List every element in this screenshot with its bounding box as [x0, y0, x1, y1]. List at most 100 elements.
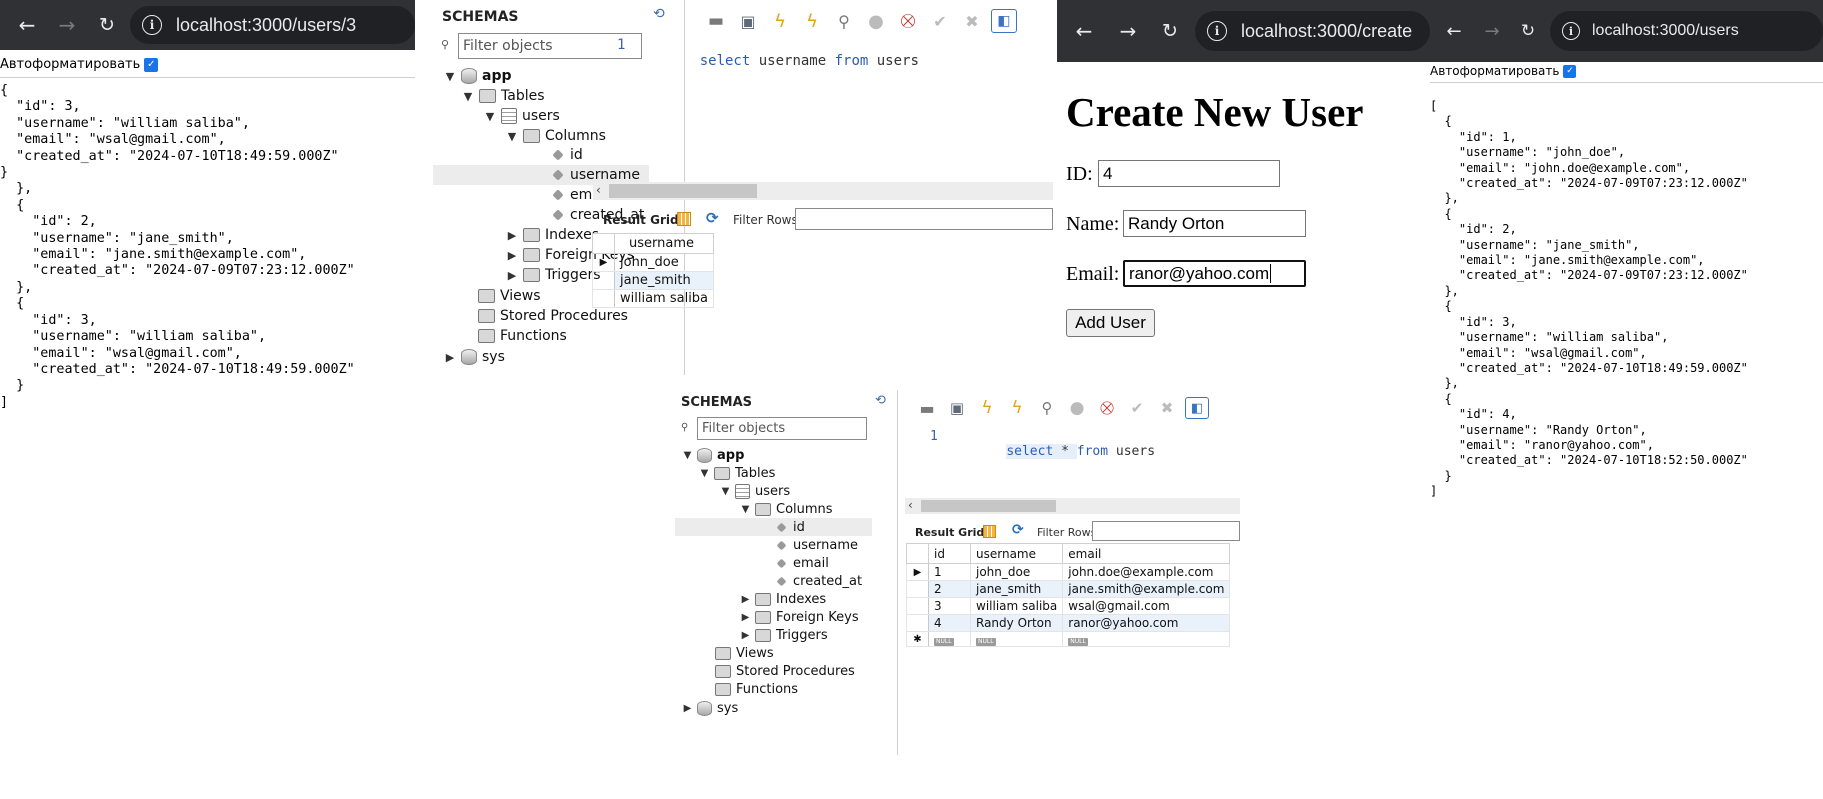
scroll-left-icon[interactable]: ‹	[596, 183, 601, 197]
tree-item-app[interactable]: ▼ app	[443, 66, 512, 86]
filter-rows-input[interactable]	[795, 208, 1053, 230]
tree-item-column-id[interactable]: id	[551, 145, 583, 165]
scrollbar-thumb[interactable]	[609, 184, 757, 198]
table-cell[interactable]: 1	[928, 563, 971, 581]
table-cell[interactable]: ranor@yahoo.com	[1062, 614, 1231, 632]
open-folder-icon[interactable]: ▬	[915, 397, 939, 419]
info-icon[interactable]: i	[1562, 22, 1580, 40]
tree-item-stored-procedures[interactable]: Stored Procedures	[478, 306, 628, 326]
collapse-arrow-icon[interactable]: ▶	[681, 703, 694, 714]
table-cell[interactable]: jane_smith	[969, 580, 1064, 598]
expand-arrow-icon[interactable]: ▼	[461, 90, 475, 103]
forward-arrow-icon[interactable]: →	[1115, 18, 1141, 44]
tree-item-users[interactable]: ▼ users	[483, 106, 560, 126]
result-grid-tab[interactable]: Result Grid	[915, 526, 984, 539]
table-cell[interactable]: jane.smith@example.com	[1062, 580, 1231, 598]
autocommit-icon[interactable]: ◧	[991, 9, 1017, 33]
table-row[interactable]: 3 william saliba wsal@gmail.com	[906, 597, 1231, 615]
table-cell[interactable]: NULL	[928, 631, 971, 647]
collapse-arrow-icon[interactable]: ▶	[505, 269, 519, 282]
forward-arrow-icon[interactable]: →	[54, 12, 80, 38]
explain-icon[interactable]: ⚲	[1035, 397, 1059, 419]
expand-arrow-icon[interactable]: ▼	[505, 130, 519, 143]
tree-item-indexes[interactable]: ▶ Indexes	[505, 225, 599, 245]
toggle-error-icon[interactable]: ⛒	[895, 9, 921, 33]
tree-item-column-email[interactable]: email	[775, 554, 829, 572]
commit-icon[interactable]: ✔	[927, 9, 953, 33]
table-row[interactable]: jane_smith	[592, 271, 715, 290]
column-header-id[interactable]: id	[928, 543, 971, 564]
save-icon[interactable]: ▣	[945, 397, 969, 419]
result-grid-tab[interactable]: Result Grid	[603, 213, 679, 227]
table-row[interactable]: ▶ john_doe	[592, 253, 715, 272]
tree-item-tables[interactable]: ▼ Tables	[698, 464, 776, 482]
tree-item-triggers[interactable]: ▶ Triggers	[505, 265, 601, 285]
sql-editor[interactable]: select * from users	[975, 429, 1155, 474]
tree-item-functions[interactable]: Functions	[715, 680, 798, 698]
result-grid-icon[interactable]	[983, 525, 996, 538]
tree-item-foreign-keys[interactable]: ▶ Foreign Keys	[739, 608, 859, 626]
back-arrow-icon[interactable]: ←	[14, 12, 40, 38]
table-cell[interactable]: john_doe	[613, 253, 715, 272]
table-row[interactable]: ▶ 1 john_doe john.doe@example.com	[906, 563, 1231, 581]
rollback-icon[interactable]: ✖	[959, 9, 985, 33]
column-header-username[interactable]: username	[613, 233, 715, 254]
open-folder-icon[interactable]: ▬	[703, 9, 729, 33]
collapse-arrow-icon[interactable]: ▶	[443, 351, 457, 364]
table-cell[interactable]: NULL	[969, 631, 1064, 647]
tree-item-indexes[interactable]: ▶ Indexes	[739, 590, 827, 608]
refresh-icon[interactable]: ⟳	[706, 209, 719, 227]
refresh-icon[interactable]: ⟳	[1012, 522, 1024, 538]
explain-icon[interactable]: ⚲	[831, 9, 857, 33]
checkmark-icon[interactable]: ✓	[144, 57, 159, 72]
new-row[interactable]: ✱ NULL NULL NULL	[906, 631, 1231, 647]
table-cell[interactable]: jane_smith	[613, 271, 715, 290]
tree-item-sys[interactable]: ▶ sys	[443, 347, 505, 367]
execute-icon[interactable]: ϟ	[975, 397, 999, 419]
filter-objects-input[interactable]: Filter objects	[458, 33, 642, 59]
horizontal-scrollbar[interactable]: ‹	[593, 182, 1053, 200]
expand-arrow-icon[interactable]: ▼	[719, 486, 732, 497]
tree-item-column-id[interactable]: id	[675, 518, 872, 536]
name-field[interactable]: Randy Orton	[1123, 210, 1306, 237]
autocommit-icon[interactable]: ◧	[1185, 397, 1209, 419]
stop-icon[interactable]: ●	[863, 9, 889, 33]
column-header-email[interactable]: email	[1062, 543, 1231, 564]
table-row[interactable]: 4 Randy Orton ranor@yahoo.com	[906, 614, 1231, 632]
info-icon[interactable]: i	[1207, 21, 1227, 41]
tree-item-tables[interactable]: ▼ Tables	[461, 86, 545, 106]
result-grid-icon[interactable]	[677, 212, 691, 226]
table-row[interactable]: william saliba	[592, 289, 715, 308]
expand-arrow-icon[interactable]: ▼	[698, 468, 711, 479]
back-arrow-icon[interactable]: ←	[1071, 18, 1097, 44]
expand-arrow-icon[interactable]: ▼	[681, 450, 694, 461]
address-bar[interactable]: i localhost:3000/users	[1550, 11, 1823, 51]
save-icon[interactable]: ▣	[735, 9, 761, 33]
collapse-arrow-icon[interactable]: ▶	[505, 249, 519, 262]
table-cell[interactable]: 2	[928, 580, 971, 598]
collapse-arrow-icon[interactable]: ▶	[739, 594, 752, 605]
reload-icon[interactable]: ↻	[1157, 18, 1183, 44]
table-cell[interactable]: 4	[928, 614, 971, 632]
collapse-arrow-icon[interactable]: ▶	[739, 612, 752, 623]
collapse-arrow-icon[interactable]: ▶	[505, 229, 519, 242]
refresh-icon[interactable]: ⟲	[653, 6, 665, 22]
tree-item-columns[interactable]: ▼ Columns	[739, 500, 833, 518]
tree-item-views[interactable]: Views	[478, 286, 541, 306]
execute-current-icon[interactable]: ϟ	[799, 9, 825, 33]
table-cell[interactable]: NULL	[1062, 631, 1231, 647]
tree-item-app[interactable]: ▼ app	[681, 446, 744, 464]
tree-item-column-created-at[interactable]: created_at	[775, 572, 862, 590]
tree-item-sys[interactable]: ▶ sys	[681, 699, 738, 717]
sql-editor[interactable]: select username from users	[666, 37, 919, 85]
email-field[interactable]: ranor@yahoo.com	[1123, 260, 1306, 287]
scrollbar-thumb[interactable]	[921, 500, 1056, 512]
expand-arrow-icon[interactable]: ▼	[483, 110, 497, 123]
table-row[interactable]: 2 jane_smith jane.smith@example.com	[906, 580, 1231, 598]
reload-icon[interactable]: ↻	[94, 12, 120, 38]
toggle-error-icon[interactable]: ⛒	[1095, 397, 1119, 419]
table-cell[interactable]: john.doe@example.com	[1062, 563, 1231, 581]
horizontal-scrollbar[interactable]: ‹	[905, 498, 1240, 514]
table-cell[interactable]: william saliba	[613, 289, 715, 308]
filter-objects-input[interactable]: Filter objects	[697, 417, 867, 440]
